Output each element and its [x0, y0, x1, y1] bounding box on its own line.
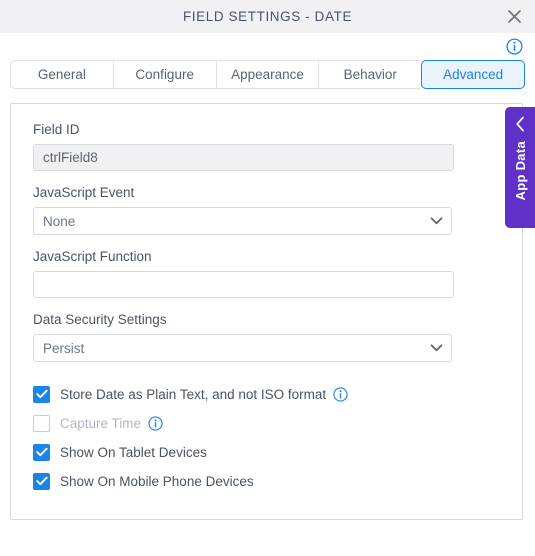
settings-tabs: General Configure Appearance Behavior Ad… [10, 60, 525, 89]
checkbox-row-store-date-plain-text: Store Date as Plain Text, and not ISO fo… [33, 380, 500, 408]
tab-advanced[interactable]: Advanced [421, 60, 525, 89]
tab-configure-label: Configure [135, 67, 194, 82]
javascript-event-label: JavaScript Event [33, 185, 135, 200]
advanced-options-checkbox-list: Store Date as Plain Text, and not ISO fo… [33, 380, 500, 495]
tab-behavior-label: Behavior [343, 67, 397, 82]
data-security-settings-value: Persist [43, 340, 85, 356]
dialog-help-row [0, 33, 535, 59]
checkbox-row-show-on-mobile: Show On Mobile Phone Devices [33, 467, 500, 495]
tab-appearance[interactable]: Appearance [215, 60, 319, 89]
advanced-settings-panel: Field ID JavaScript Event None JavaScrip… [10, 103, 523, 520]
show-on-tablet-devices-label: Show On Tablet Devices [60, 444, 207, 460]
checkbox-row-show-on-tablet: Show On Tablet Devices [33, 438, 500, 466]
tab-advanced-label: Advanced [443, 67, 504, 82]
data-security-settings-label: Data Security Settings [33, 312, 167, 327]
store-date-plain-text-label: Store Date as Plain Text, and not ISO fo… [60, 386, 327, 402]
tab-general[interactable]: General [10, 60, 113, 89]
field-id-group: Field ID [33, 122, 500, 171]
page-title: FIELD SETTINGS - DATE [182, 9, 353, 24]
javascript-function-group: JavaScript Function [33, 249, 500, 298]
show-on-mobile-phone-devices-checkbox[interactable] [33, 472, 50, 490]
capture-time-info-icon[interactable] [148, 415, 163, 431]
store-date-plain-text-info-icon[interactable] [333, 386, 348, 402]
data-security-settings-group: Data Security Settings Persist [33, 312, 500, 362]
javascript-event-select[interactable]: None [33, 207, 452, 235]
checkbox-row-capture-time: Capture Time [33, 409, 500, 437]
field-id-input[interactable] [33, 144, 454, 171]
show-on-mobile-phone-devices-label: Show On Mobile Phone Devices [60, 473, 254, 489]
advanced-settings-form: Field ID JavaScript Event None JavaScrip… [11, 104, 522, 495]
tab-configure[interactable]: Configure [112, 60, 216, 89]
field-id-label: Field ID [33, 122, 80, 137]
close-icon[interactable] [503, 6, 525, 28]
app-data-panel-toggle[interactable]: App Data [505, 107, 535, 228]
data-security-settings-select[interactable]: Persist [33, 334, 452, 362]
capture-time-label: Capture Time [60, 415, 142, 431]
store-date-plain-text-checkbox[interactable] [33, 385, 50, 403]
dialog-titlebar: FIELD SETTINGS - DATE [0, 0, 535, 33]
javascript-event-select-wrap: None [33, 207, 452, 235]
javascript-event-group: JavaScript Event None [33, 185, 500, 235]
javascript-function-input[interactable] [33, 271, 454, 298]
info-icon[interactable] [506, 38, 523, 55]
tab-appearance-label: Appearance [231, 67, 304, 82]
javascript-event-value: None [43, 213, 76, 229]
tab-behavior[interactable]: Behavior [318, 60, 422, 89]
capture-time-checkbox [33, 414, 50, 432]
javascript-function-label: JavaScript Function [33, 249, 152, 264]
data-security-settings-select-wrap: Persist [33, 334, 452, 362]
app-data-label: App Data [512, 141, 528, 201]
tab-general-label: General [37, 67, 86, 82]
chevron-left-icon [515, 116, 526, 132]
show-on-tablet-devices-checkbox[interactable] [33, 443, 50, 461]
